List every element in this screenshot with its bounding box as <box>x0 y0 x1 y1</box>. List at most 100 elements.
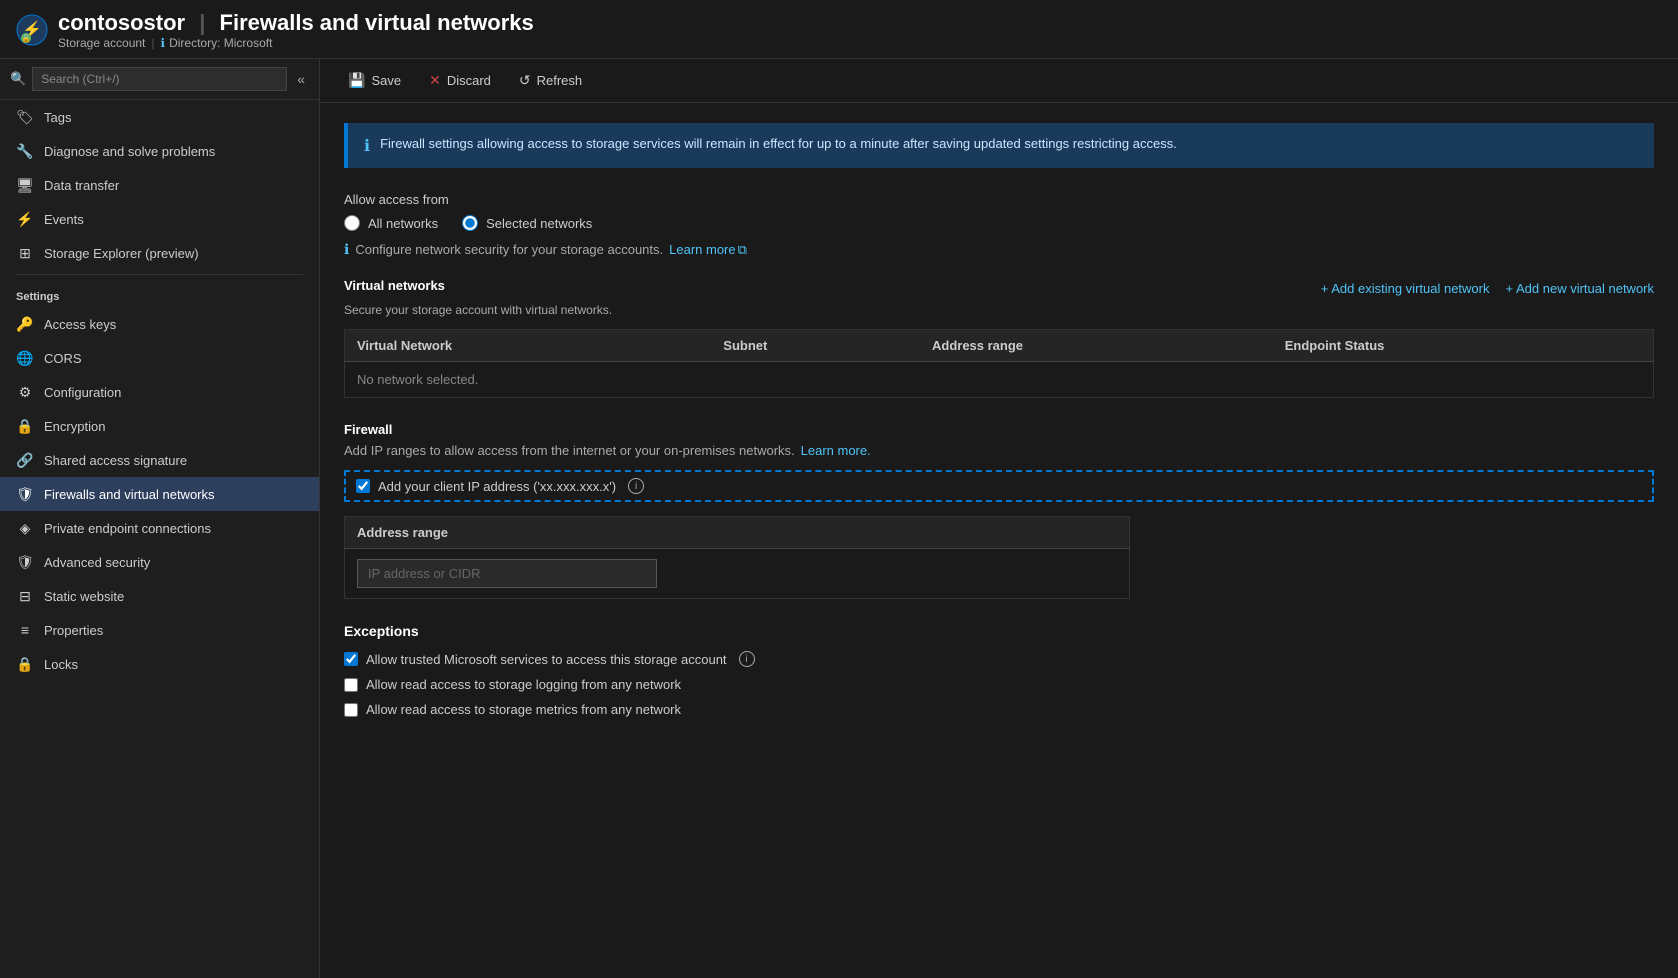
sidebar-label-static-website: Static website <box>44 589 124 604</box>
exception-label-read-logging: Allow read access to storage logging fro… <box>366 677 681 692</box>
sidebar-label-access-keys: Access keys <box>44 317 116 332</box>
toolbar: 💾 Save ✕ Discard ↺ Refresh <box>320 59 1678 103</box>
sidebar-item-properties[interactable]: ≡Properties <box>0 613 319 647</box>
vnet-table-header: Virtual Network Subnet Address range End… <box>345 330 1654 362</box>
discard-button[interactable]: ✕ Discard <box>417 67 503 94</box>
radio-selected-input[interactable] <box>462 215 478 231</box>
sidebar-label-configuration: Configuration <box>44 385 121 400</box>
search-input[interactable] <box>32 67 287 91</box>
col-subnet: Subnet <box>711 330 920 362</box>
sidebar-icon-access-keys: 🔑 <box>16 315 34 333</box>
exception-item-read-logging[interactable]: Allow read access to storage logging fro… <box>344 677 1654 692</box>
radio-all-input[interactable] <box>344 215 360 231</box>
sidebar-label-locks: Locks <box>44 657 78 672</box>
sidebar-item-diagnose[interactable]: 🔧Diagnose and solve problems <box>0 134 319 168</box>
subtitle-type: Storage account <box>58 36 145 50</box>
sidebar: 🔍 « 🏷Tags🔧Diagnose and solve problems🖥Da… <box>0 59 320 978</box>
firewall-section: Firewall Add IP ranges to allow access f… <box>344 422 1654 599</box>
sidebar-item-storage-explorer[interactable]: ⊞Storage Explorer (preview) <box>0 236 319 270</box>
exception-checkbox-trusted-microsoft[interactable] <box>344 652 358 666</box>
subtitle-sep: | <box>151 36 154 50</box>
save-button[interactable]: 💾 Save <box>336 67 413 94</box>
sidebar-icon-data-transfer: 🖥 <box>16 176 34 194</box>
info-banner-text: Firewall settings allowing access to sto… <box>380 135 1177 153</box>
exceptions-section: Exceptions Allow trusted Microsoft servi… <box>344 623 1654 717</box>
dir-info-icon: ℹ <box>161 36 166 50</box>
firewall-title: Firewall <box>344 422 1654 437</box>
configure-note-text: Configure network security for your stor… <box>355 242 663 257</box>
exceptions-items: Allow trusted Microsoft services to acce… <box>344 651 1654 717</box>
configure-learn-more-link[interactable]: Learn more ⧉ <box>669 242 747 258</box>
discard-label: Discard <box>447 73 491 88</box>
sidebar-label-events: Events <box>44 212 84 227</box>
sidebar-icon-cors: 🌐 <box>16 349 34 367</box>
client-ip-label: Add your client IP address ('xx.xxx.xxx.… <box>378 479 616 494</box>
sidebar-item-configuration[interactable]: ⚙ Configuration <box>0 375 319 409</box>
info-banner: ℹ Firewall settings allowing access to s… <box>344 123 1654 168</box>
sidebar-item-access-keys[interactable]: 🔑 Access keys <box>0 307 319 341</box>
vnet-actions: + Add existing virtual network + Add new… <box>1321 281 1654 296</box>
virtual-networks-table: Virtual Network Subnet Address range End… <box>344 329 1654 398</box>
sidebar-settings-items: 🔑 Access keys 🌐CORS ⚙ Configuration 🔒 Encrypti… <box>0 307 319 681</box>
no-network-row: No network selected. <box>345 362 1654 398</box>
col-addr-range: Address range <box>345 517 1130 549</box>
sidebar-item-locks[interactable]: 🔒 Locks <box>0 647 319 681</box>
address-range-header: Address range <box>345 517 1130 549</box>
sidebar-label-encryption: Encryption <box>44 419 105 434</box>
sidebar-label-private-endpoint: Private endpoint connections <box>44 521 211 536</box>
sidebar-icon-diagnose: 🔧 <box>16 142 34 160</box>
sidebar-item-data-transfer[interactable]: 🖥 Data transfer <box>0 168 319 202</box>
exception-label-read-metrics: Allow read access to storage metrics fro… <box>366 702 681 717</box>
sidebar-item-firewalls[interactable]: 🛡Firewalls and virtual networks <box>0 477 319 511</box>
sidebar-label-data-transfer: Data transfer <box>44 178 119 193</box>
sidebar-icon-tags: 🏷 <box>16 108 34 126</box>
vnet-table-body: No network selected. <box>345 362 1654 398</box>
sidebar-icon-shared-access: 🔗 <box>16 451 34 469</box>
ip-address-input[interactable] <box>357 559 657 588</box>
address-range-cell <box>345 549 1130 599</box>
sidebar-item-encryption[interactable]: 🔒 Encryption <box>0 409 319 443</box>
exception-checkbox-read-metrics[interactable] <box>344 703 358 717</box>
sidebar-icon-static-website: ⊟ <box>16 587 34 605</box>
address-range-table: Address range <box>344 516 1130 599</box>
save-icon: 💾 <box>348 72 365 89</box>
radio-all-networks[interactable]: All networks <box>344 215 438 231</box>
allow-access-section: Allow access from All networks Selected … <box>344 192 1654 258</box>
header-sep: | <box>199 10 205 35</box>
address-range-body <box>345 549 1130 599</box>
collapse-button[interactable]: « <box>293 69 309 89</box>
firewall-desc: Add IP ranges to allow access from the i… <box>344 443 795 458</box>
firewall-learn-more-link[interactable]: Learn more. <box>801 443 871 458</box>
sidebar-item-private-endpoint[interactable]: ◈Private endpoint connections <box>0 511 319 545</box>
sidebar-divider-settings <box>16 274 303 275</box>
sidebar-icon-configuration: ⚙ <box>16 383 34 401</box>
sidebar-item-tags[interactable]: 🏷Tags <box>0 100 319 134</box>
sidebar-icon-events: ⚡ <box>16 210 34 228</box>
add-existing-vnet-link[interactable]: + Add existing virtual network <box>1321 281 1490 296</box>
top-header: ⚡ 🔒 contosostor | Firewalls and virtual … <box>0 0 1678 59</box>
sidebar-item-advanced-security[interactable]: 🛡Advanced security <box>0 545 319 579</box>
firewall-desc-row: Add IP ranges to allow access from the i… <box>344 443 1654 458</box>
radio-selected-networks[interactable]: Selected networks <box>462 215 592 231</box>
sidebar-item-static-website[interactable]: ⊟ Static website <box>0 579 319 613</box>
sidebar-item-events[interactable]: ⚡ Events <box>0 202 319 236</box>
sidebar-settings-label: Settings <box>0 279 319 307</box>
exception-checkbox-read-logging[interactable] <box>344 678 358 692</box>
refresh-label: Refresh <box>537 73 583 88</box>
sidebar-item-shared-access[interactable]: 🔗Shared access signature <box>0 443 319 477</box>
app-icon: ⚡ 🔒 <box>16 14 48 46</box>
sidebar-icon-encryption: 🔒 <box>16 417 34 435</box>
allow-access-label: Allow access from <box>344 192 1654 207</box>
exception-info-trusted-microsoft: i <box>739 651 755 667</box>
radio-all-label: All networks <box>368 216 438 231</box>
client-ip-checkbox[interactable] <box>356 479 370 493</box>
refresh-button[interactable]: ↺ Refresh <box>507 67 594 94</box>
add-new-vnet-link[interactable]: + Add new virtual network <box>1506 281 1655 296</box>
no-network-cell: No network selected. <box>345 362 1654 398</box>
client-ip-checkbox-container: Add your client IP address ('xx.xxx.xxx.… <box>344 470 1654 502</box>
sidebar-icon-locks: 🔒 <box>16 655 34 673</box>
sidebar-item-cors[interactable]: 🌐CORS <box>0 341 319 375</box>
exception-item-read-metrics[interactable]: Allow read access to storage metrics fro… <box>344 702 1654 717</box>
exception-item-trusted-microsoft[interactable]: Allow trusted Microsoft services to acce… <box>344 651 1654 667</box>
vnet-header: Virtual networks + Add existing virtual … <box>344 278 1654 299</box>
